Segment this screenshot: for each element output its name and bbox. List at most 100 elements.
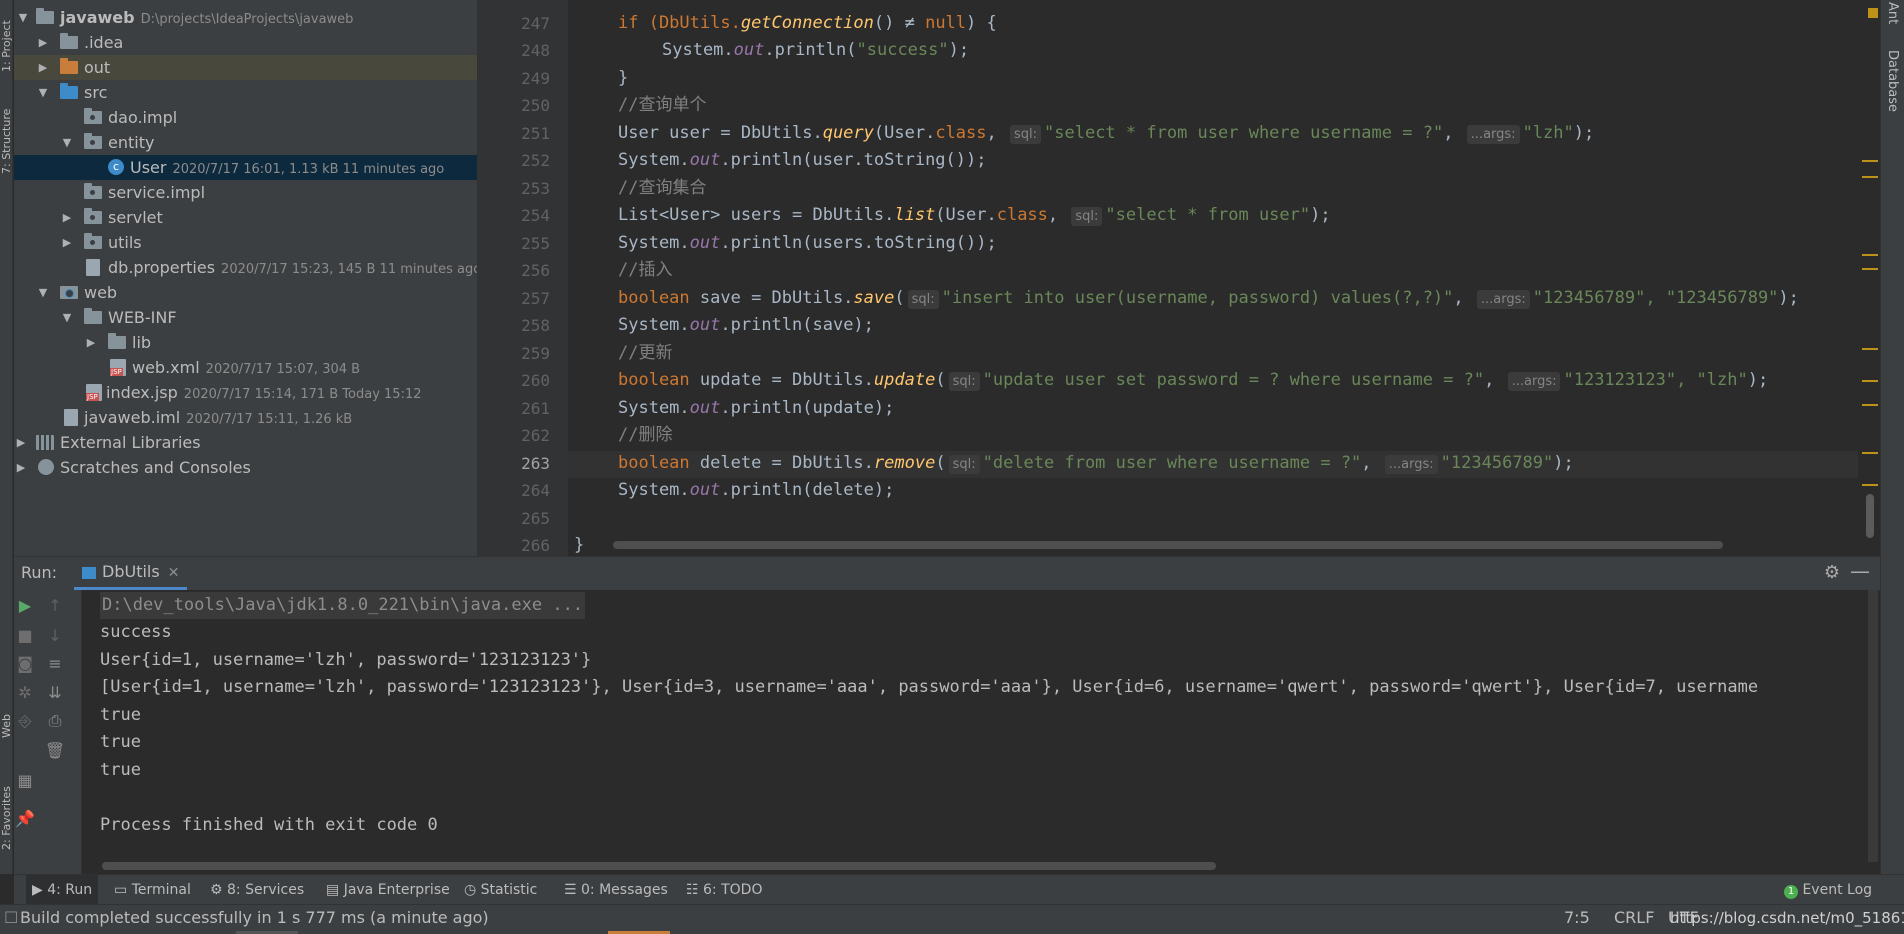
code-editor[interactable]: 247 248 249 250 251 252 253 254 255 256 … <box>478 0 1880 556</box>
scroll-to-end-icon[interactable]: ⇊ <box>44 682 66 704</box>
code-line[interactable]: //插入 <box>618 257 672 284</box>
camera-icon[interactable]: ◙ <box>14 653 36 675</box>
run-tab-dbutils[interactable]: DbUtils ✕ <box>74 557 188 590</box>
expand-arrow-icon[interactable]: ▼ <box>60 305 74 330</box>
expand-arrow-icon[interactable]: ▼ <box>36 280 50 305</box>
inspection-warning-icon[interactable] <box>1868 8 1878 18</box>
code-line[interactable]: System.out.println("success"); <box>662 37 969 64</box>
error-stripe-mark[interactable] <box>1862 484 1878 486</box>
gear-icon[interactable]: ⚙ <box>1824 562 1840 583</box>
tab-event-log[interactable]: 1 Event Log <box>1784 875 1872 905</box>
tool-tab-ant[interactable]: Ant <box>1885 2 1900 24</box>
tree-item-external-libraries[interactable]: ▶ External Libraries <box>14 430 477 455</box>
code-line[interactable]: if (DbUtils.getConnection() ≠ null) { <box>618 10 997 37</box>
tool-tab-project[interactable]: 1: Project <box>0 2 13 72</box>
print-icon[interactable]: ⎙ <box>44 710 66 732</box>
tab-java-enterprise[interactable]: ▤ Java Enterprise <box>326 875 450 905</box>
tree-item-src[interactable]: ▼ src <box>14 80 477 105</box>
code-line[interactable]: //查询单个 <box>618 92 706 119</box>
code-line[interactable]: System.out.println(delete); <box>618 477 894 504</box>
tool-tab-structure[interactable]: 7: Structure <box>0 84 13 174</box>
tree-item-out[interactable]: ▶ out <box>14 55 477 80</box>
code-line[interactable]: System.out.println(save); <box>618 312 874 339</box>
rerun-icon[interactable]: ▶ <box>14 595 36 617</box>
tree-item-web-xml[interactable]: web.xml 2020/7/17 15:07, 304 B <box>14 355 477 380</box>
down-arrow-icon[interactable]: ↓ <box>44 625 66 647</box>
tab-todo[interactable]: ☷ 6: TODO <box>686 875 762 905</box>
tool-tab-favorites[interactable]: 2: Favorites <box>0 760 13 850</box>
console-horizontal-scrollbar[interactable] <box>102 862 1216 870</box>
code-line[interactable]: User user = DbUtils.query(User.class, sq… <box>618 120 1594 147</box>
code-line[interactable]: boolean update = DbUtils.update(sql: "upd… <box>618 367 1768 394</box>
expand-arrow-icon[interactable]: ▶ <box>36 30 50 55</box>
code-line[interactable]: //更新 <box>618 340 672 367</box>
error-stripe-mark[interactable] <box>1862 268 1878 270</box>
debug-icon[interactable]: ✲ <box>14 682 36 704</box>
expand-arrow-icon[interactable]: ▶ <box>14 430 28 455</box>
editor-horizontal-scrollbar[interactable] <box>613 541 1723 549</box>
status-message[interactable]: Build completed successfully in 1 s 777 … <box>20 905 489 931</box>
tool-tab-database[interactable]: Database <box>1885 50 1900 112</box>
expand-arrow-icon[interactable]: ▶ <box>60 205 74 230</box>
tab-services[interactable]: ⚙ 8: Services <box>210 875 304 905</box>
tab-messages[interactable]: ☰ 0: Messages <box>564 875 668 905</box>
expand-arrow-icon[interactable]: ▶ <box>14 455 28 480</box>
tree-item-web[interactable]: ▼ web <box>14 280 477 305</box>
code-line[interactable]: List<User> users = DbUtils.list(User.cla… <box>618 202 1331 229</box>
caret-position[interactable]: 7:5 <box>1564 905 1590 931</box>
expand-arrow-icon[interactable]: ▶ <box>36 55 50 80</box>
tree-item-user[interactable]: c User 2020/7/17 16:01, 1.13 kB 11 minute… <box>14 155 477 180</box>
stop-icon[interactable]: ■ <box>14 625 36 647</box>
code-line-current[interactable]: boolean delete = DbUtils.remove(sql: "del… <box>618 450 1574 477</box>
console-output[interactable]: D:\dev_tools\Java\jdk1.8.0_221\bin\java.… <box>82 590 1880 874</box>
code-line[interactable]: //查询集合 <box>618 175 706 202</box>
tree-item-javaweb-iml[interactable]: javaweb.iml 2020/7/17 15:11, 1.26 kB <box>14 405 477 430</box>
code-line[interactable]: boolean save = DbUtils.save(sql: "insert … <box>618 285 1799 312</box>
error-stripe-mark[interactable] <box>1862 404 1878 406</box>
tree-item-scratches[interactable]: ▶ Scratches and Consoles <box>14 455 477 480</box>
soft-wrap-icon[interactable]: ≡ <box>44 653 66 675</box>
console-command-line[interactable]: D:\dev_tools\Java\jdk1.8.0_221\bin\java.… <box>100 592 586 619</box>
trash-icon[interactable]: 🗑 <box>44 740 66 762</box>
error-stripe-mark[interactable] <box>1862 380 1878 382</box>
layout-icon[interactable]: ▦ <box>14 770 36 792</box>
minimize-icon[interactable]: — <box>1850 559 1870 583</box>
line-separator[interactable]: CRLF <box>1614 905 1654 931</box>
tree-item-javaweb[interactable]: ▼ javaweb D:\projects\IdeaProjects\javawe… <box>14 5 477 30</box>
error-stripe-mark[interactable] <box>1862 254 1878 256</box>
error-stripe-mark[interactable] <box>1862 160 1878 162</box>
expand-arrow-icon[interactable]: ▼ <box>60 130 74 155</box>
up-arrow-icon[interactable]: ↑ <box>44 595 66 617</box>
tree-item-db-properties[interactable]: db.properties 2020/7/17 15:23, 145 B 11 m… <box>14 255 477 280</box>
pin-icon[interactable]: 📌 <box>14 808 36 830</box>
error-stripe-mark[interactable] <box>1862 452 1878 454</box>
console-vertical-scrollbar[interactable] <box>1868 590 1878 862</box>
tree-item-idea[interactable]: ▶ .idea <box>14 30 477 55</box>
code-line[interactable]: //删除 <box>618 422 672 449</box>
tree-item-index-jsp[interactable]: index.jsp 2020/7/17 15:14, 171 B Today 15… <box>14 380 477 405</box>
tab-run[interactable]: ▶ 4: Run <box>26 875 99 905</box>
code-line[interactable]: System.out.println(users.toString()); <box>618 230 997 257</box>
error-stripe-mark[interactable] <box>1862 348 1878 350</box>
code-line[interactable]: } <box>618 65 628 92</box>
tree-item-lib[interactable]: ▶ lib <box>14 330 477 355</box>
tree-item-dao-impl[interactable]: dao.impl <box>14 105 477 130</box>
error-stripe-mark[interactable] <box>1862 176 1878 178</box>
editor-vertical-scrollbar[interactable] <box>1866 494 1874 538</box>
code-line[interactable]: System.out.println(update); <box>618 395 894 422</box>
expand-arrow-icon[interactable]: ▼ <box>16 5 30 30</box>
tree-item-entity[interactable]: ▼ entity <box>14 130 477 155</box>
status-square-icon[interactable]: ☐ <box>4 905 18 931</box>
tab-statistic[interactable]: ◷ Statistic <box>464 875 537 905</box>
code-line[interactable]: } <box>574 532 584 556</box>
expand-arrow-icon[interactable]: ▶ <box>60 230 74 255</box>
exit-icon[interactable]: ⎆ <box>14 710 36 732</box>
tree-item-web-inf[interactable]: ▼ WEB-INF <box>14 305 477 330</box>
tree-item-service-impl[interactable]: service.impl <box>14 180 477 205</box>
code-line[interactable]: System.out.println(user.toString()); <box>618 147 986 174</box>
tab-terminal[interactable]: ▭ Terminal <box>114 875 191 905</box>
expand-arrow-icon[interactable]: ▶ <box>84 330 98 355</box>
close-icon[interactable]: ✕ <box>168 565 180 581</box>
tree-item-utils[interactable]: ▶ utils <box>14 230 477 255</box>
expand-arrow-icon[interactable]: ▼ <box>36 80 50 105</box>
